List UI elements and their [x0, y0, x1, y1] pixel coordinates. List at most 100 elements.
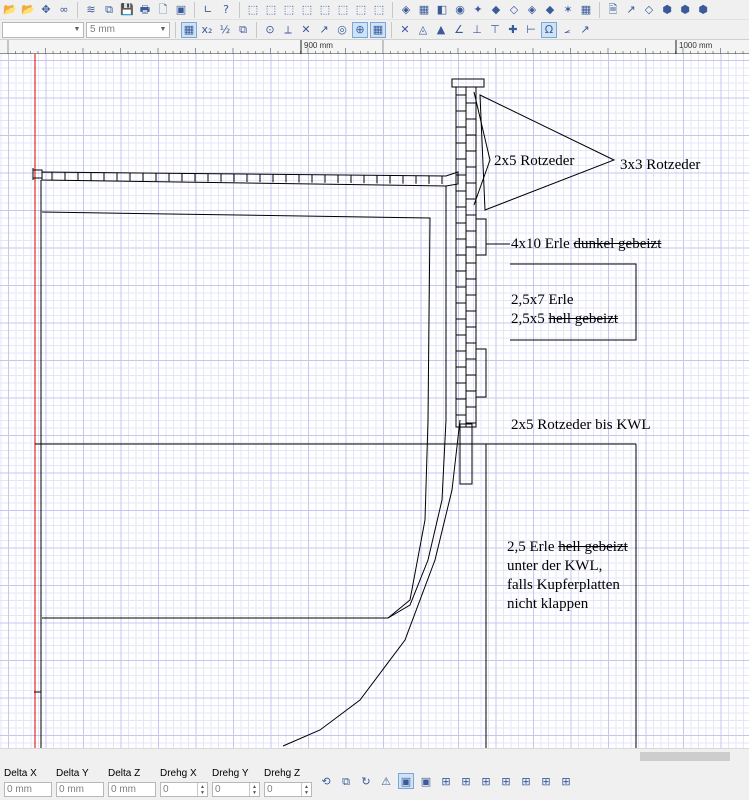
perpendicular-icon[interactable]: ⟂ [280, 22, 296, 38]
shape-icon[interactable]: ◆ [542, 2, 558, 18]
grid-size-combo[interactable]: 5 mm ▼ [86, 21, 170, 38]
print-icon[interactable]: 🖶 [137, 2, 153, 18]
mirror-icon[interactable]: ⚠ [378, 773, 394, 789]
link-icon[interactable]: ∞ [56, 2, 72, 18]
cube-icon[interactable]: ⬚ [281, 2, 297, 18]
endpoint-icon[interactable]: ◬ [415, 22, 431, 38]
intersection-icon[interactable]: ⊕ [352, 21, 368, 38]
angle-icon[interactable]: ⦟ [559, 22, 575, 38]
grid-icon[interactable]: ⊞ [558, 773, 574, 789]
frame-icon[interactable]: ▣ [418, 773, 434, 789]
triangle-icon[interactable]: ▲ [433, 22, 449, 38]
magnet-icon[interactable]: Ω [541, 21, 557, 38]
grid-icon[interactable]: ▦ [370, 21, 386, 38]
cube-icon[interactable]: ⬢ [695, 2, 711, 18]
spinner-icon[interactable]: ▲ ▼ [301, 783, 311, 796]
move-icon[interactable]: ✥ [38, 2, 54, 18]
scrollbar-thumb[interactable] [640, 752, 730, 761]
delta-x-input[interactable]: 0 mm [4, 782, 52, 797]
drehg-z-label: Drehg Z [264, 768, 301, 779]
shape-icon[interactable]: ◆ [488, 2, 504, 18]
grid-icon[interactable]: ⊞ [458, 773, 474, 789]
grid-icon[interactable]: ⊞ [498, 773, 514, 789]
toolbar-separator [194, 1, 195, 18]
cube-icon[interactable]: ⬚ [353, 2, 369, 18]
cube-icon[interactable]: ⬚ [245, 2, 261, 18]
new-page-icon[interactable]: 🗋 [155, 2, 171, 18]
horizontal-icon[interactable]: ✚ [505, 22, 521, 38]
help-pointer-icon[interactable]: ? [218, 2, 234, 18]
transform-icon[interactable]: ⧉ [338, 773, 354, 789]
tangent-icon[interactable]: ✕ [298, 22, 314, 38]
frame-icon[interactable]: ▣ [398, 773, 414, 789]
half-icon[interactable]: ½ [217, 22, 233, 38]
label-2-5x5-text: 2,5x5 [511, 311, 549, 327]
chevron-down-icon[interactable]: ▼ [157, 23, 169, 37]
grid-icon[interactable]: ⊞ [478, 773, 494, 789]
grid-icon[interactable]: ⊞ [518, 773, 534, 789]
label-2-5-erle: 2,5 Erle hell gebeizt [507, 539, 628, 556]
grid-icon[interactable]: ⊞ [438, 773, 454, 789]
label-2-5-erle-text: 2,5 Erle [507, 539, 559, 555]
layers-icon[interactable]: ⧉ [235, 22, 251, 38]
grid-snap-icon[interactable]: ▦ [181, 21, 197, 38]
cube-icon[interactable]: ⬚ [335, 2, 351, 18]
cube-icon[interactable]: ⬚ [263, 2, 279, 18]
chart-icon[interactable]: ✦ [470, 2, 486, 18]
shape-icon[interactable]: ◈ [524, 2, 540, 18]
label-falls-kupferplatten: falls Kupferplatten [507, 577, 620, 593]
cube-icon[interactable]: ⬢ [659, 2, 675, 18]
star-icon[interactable]: ✶ [560, 2, 576, 18]
delta-x-group: Delta X 0 mm [4, 768, 52, 797]
cube-icon[interactable]: ⬚ [299, 2, 315, 18]
drawing-canvas[interactable]: 2x5 Rotzeder 3x3 Rotzeder 4x10 Erle dunk… [0, 54, 749, 748]
shape-icon[interactable]: ◇ [506, 2, 522, 18]
vertical-icon[interactable]: ⊤ [487, 22, 503, 38]
document-icon[interactable]: 🗎 [605, 2, 621, 18]
save-icon[interactable]: 💾 [119, 2, 135, 18]
move-view-icon[interactable]: ⟲ [318, 773, 334, 789]
open-folder-icon[interactable]: 📂 [2, 2, 18, 18]
drehg-y-value: 0 [215, 784, 221, 795]
delta-y-input[interactable]: 0 mm [56, 782, 104, 797]
chevron-down-icon[interactable]: ▼ [71, 23, 83, 37]
grid-icon[interactable]: ▦ [578, 2, 594, 18]
layers-icon[interactable]: ◧ [434, 2, 450, 18]
edge-icon[interactable]: ⊥ [469, 22, 485, 38]
grid-icon[interactable]: ⊞ [538, 773, 554, 789]
drehg-x-input[interactable]: 0 ▲ ▼ [160, 782, 208, 797]
cube-icon[interactable]: ⬚ [371, 2, 387, 18]
delta-z-input[interactable]: 0 mm [108, 782, 156, 797]
axis-icon[interactable]: ⊢ [523, 22, 539, 38]
cube-icon[interactable]: ⬚ [317, 2, 333, 18]
arrow-icon[interactable]: ↗ [623, 2, 639, 18]
center-icon[interactable]: ◎ [334, 22, 350, 38]
angle-icon[interactable]: ∠ [451, 22, 467, 38]
shape-icon[interactable]: ◇ [641, 2, 657, 18]
layout-icon[interactable]: ▣ [173, 2, 189, 18]
axis-icon[interactable]: ∟ [200, 2, 216, 18]
rgb-icon[interactable]: ◈ [398, 2, 414, 18]
snap-point-icon[interactable]: ⊙ [262, 22, 278, 38]
cross-icon[interactable]: ✕ [397, 22, 413, 38]
spinner-icon[interactable]: ▲ ▼ [249, 783, 259, 796]
toolbar-separator [239, 1, 240, 18]
grid-icon[interactable]: ▦ [416, 2, 432, 18]
arrow-icon[interactable]: ↗ [577, 22, 593, 38]
drehg-y-input[interactable]: 0 ▲ ▼ [212, 782, 260, 797]
layer-combo[interactable]: ▼ [2, 21, 84, 38]
copy-icon[interactable]: ⧉ [101, 2, 117, 18]
layers-icon[interactable]: ≋ [83, 2, 99, 18]
midpoint-icon[interactable]: ↗ [316, 22, 332, 38]
x2-icon[interactable]: x₂ [199, 22, 215, 38]
label-4x10-erle: 4x10 Erle dunkel gebeizt [511, 236, 661, 253]
cube-icon[interactable]: ⬢ [677, 2, 693, 18]
horizontal-ruler[interactable]: 900 mm 1000 mm [0, 40, 749, 54]
horizontal-scrollbar[interactable] [0, 748, 749, 764]
spinner-icon[interactable]: ▲ ▼ [197, 783, 207, 796]
rotate-icon[interactable]: ↻ [358, 773, 374, 789]
open-icon[interactable]: 📂 [20, 2, 36, 18]
delta-y-group: Delta Y 0 mm [56, 768, 104, 797]
palette-icon[interactable]: ◉ [452, 2, 468, 18]
drehg-z-input[interactable]: 0 ▲ ▼ [264, 782, 312, 797]
